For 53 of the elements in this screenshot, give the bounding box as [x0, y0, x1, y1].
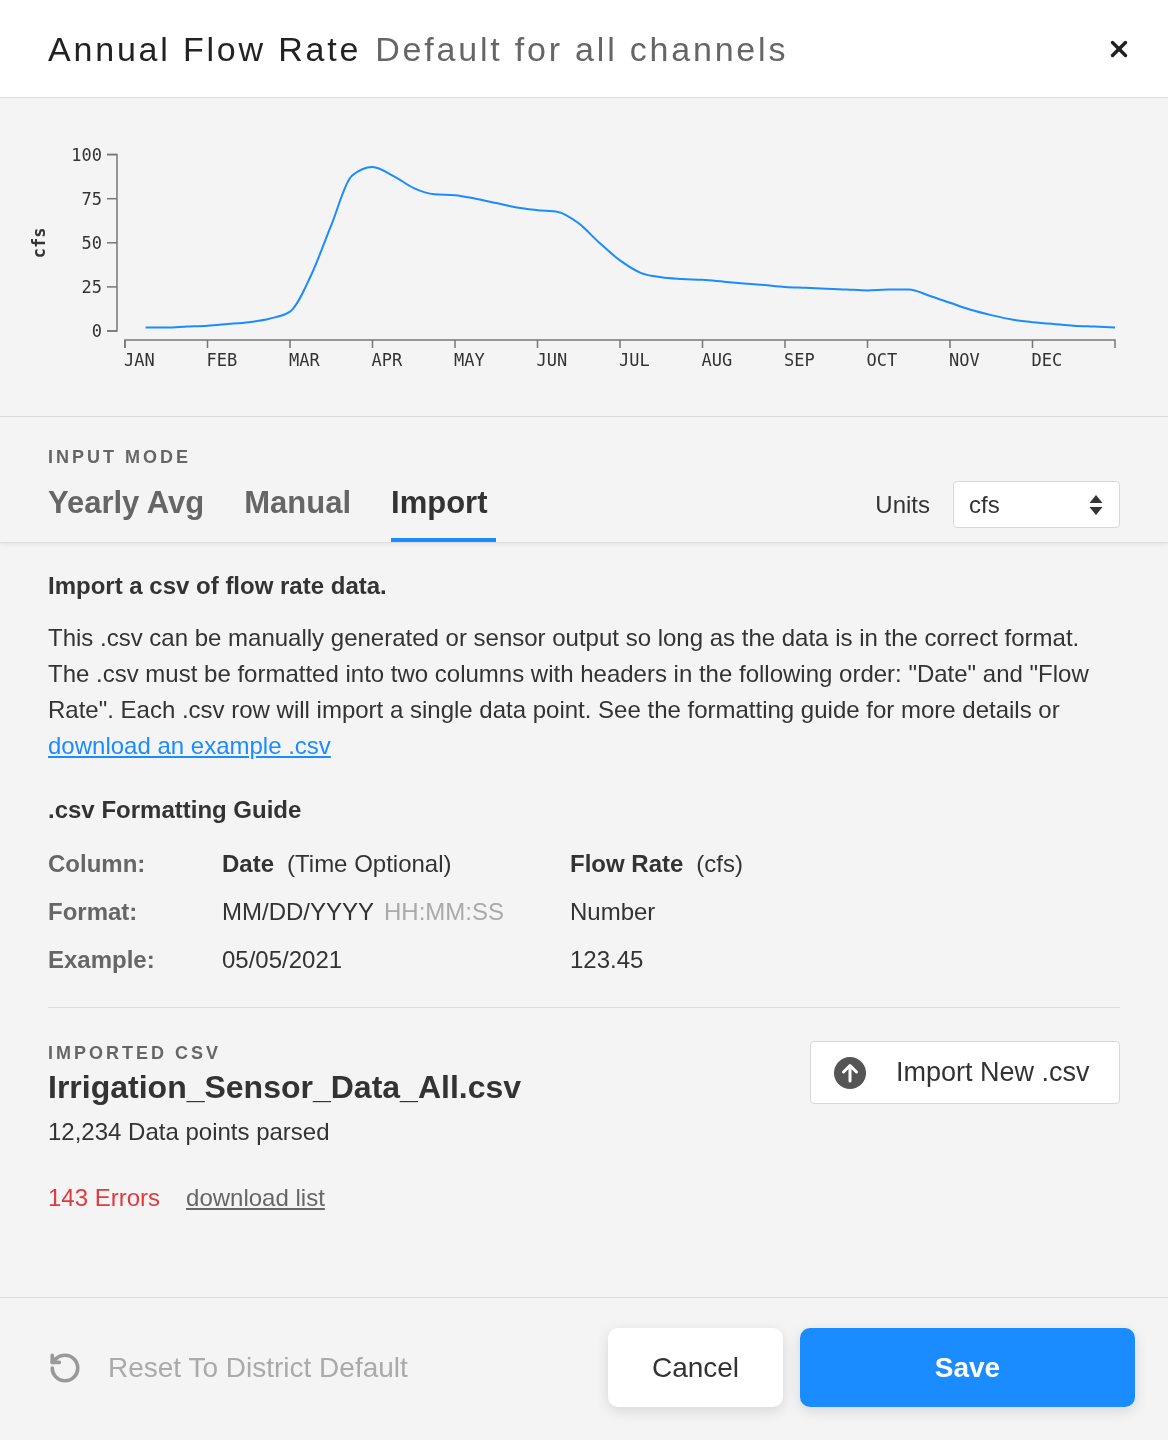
- row-label: Format:: [48, 898, 139, 926]
- row-label: Column:: [48, 850, 147, 878]
- units-label: Units: [875, 489, 930, 520]
- cancel-button[interactable]: Cancel: [608, 1328, 783, 1407]
- save-button[interactable]: Save: [800, 1328, 1135, 1407]
- tick-label: AUG: [701, 350, 733, 370]
- guide-value: Flow Rate: [570, 850, 684, 878]
- description-text: This .csv can be manually generated or sensor output so long as the data is in the correct format. The .csv must be formatted into two columns with headers in the following order: "Date" and "Flow Rate". Each .csv row will import a single data point. See the formatting guide for more details or download an example .csv: [48, 623, 1090, 761]
- tick-label: SEP: [784, 350, 815, 370]
- dialog-subtitle: Default for all channels: [375, 28, 789, 69]
- tick-label: OCT: [866, 350, 898, 370]
- guide-title: .csv Formatting Guide: [48, 796, 303, 824]
- updown-caret-icon: [1089, 493, 1103, 516]
- guide-note: HH:MM:SS: [384, 898, 504, 926]
- tick-label: 75: [81, 188, 102, 209]
- guide-value: MM/DD/YYYY: [222, 898, 374, 926]
- tick-label: JAN: [124, 350, 155, 370]
- import-heading: Import a csv of flow rate data.: [48, 572, 388, 600]
- row-label: Example:: [48, 946, 156, 974]
- tick-label: 50: [81, 232, 102, 253]
- section-label: IMPORTED CSV: [48, 1043, 221, 1063]
- guide-note: (cfs): [696, 850, 743, 878]
- guide-note: (Time Optional): [287, 850, 452, 878]
- arrow-up-circle-icon: [834, 1056, 866, 1089]
- tick-label: APR: [371, 350, 403, 370]
- guide-value: 123.45: [570, 946, 644, 974]
- tick-label: NOV: [949, 350, 980, 370]
- error-count: 143 Errors: [48, 1184, 161, 1212]
- mode-tab[interactable]: Yearly Avg: [48, 467, 214, 542]
- dialog-title: Annual Flow Rate: [48, 28, 362, 69]
- tick-label: 100: [71, 144, 102, 165]
- mode-tab[interactable]: Import: [391, 467, 497, 542]
- file-name: Irrigation_Sensor_Data_All.csv: [48, 1069, 522, 1105]
- tick-label: JUL: [619, 350, 650, 370]
- parse-summary: 12,234 Data points parsed: [48, 1118, 330, 1146]
- axis-title: cfs: [29, 227, 49, 259]
- tick-label: 25: [81, 276, 102, 297]
- tick-label: JUN: [536, 350, 568, 370]
- tick-label: MAY: [454, 350, 485, 370]
- tick-label: FEB: [206, 350, 238, 370]
- section-label: INPUT MODE: [48, 447, 192, 467]
- tick-label: DEC: [1031, 350, 1063, 370]
- guide-value: 05/05/2021: [222, 946, 343, 974]
- guide-value: Date: [222, 850, 275, 878]
- example-link[interactable]: download an example .csv: [48, 732, 331, 759]
- mode-tab[interactable]: Manual: [244, 467, 361, 542]
- download-list-link[interactable]: download list: [186, 1184, 325, 1212]
- tick-label: MAR: [289, 350, 320, 370]
- units-select[interactable]: cfs: [953, 481, 1120, 528]
- guide-value: Number: [570, 898, 656, 926]
- import-button[interactable]: Import New .csv: [810, 1041, 1120, 1104]
- reset-icon: [48, 1350, 82, 1385]
- tick-label: 0: [91, 321, 102, 341]
